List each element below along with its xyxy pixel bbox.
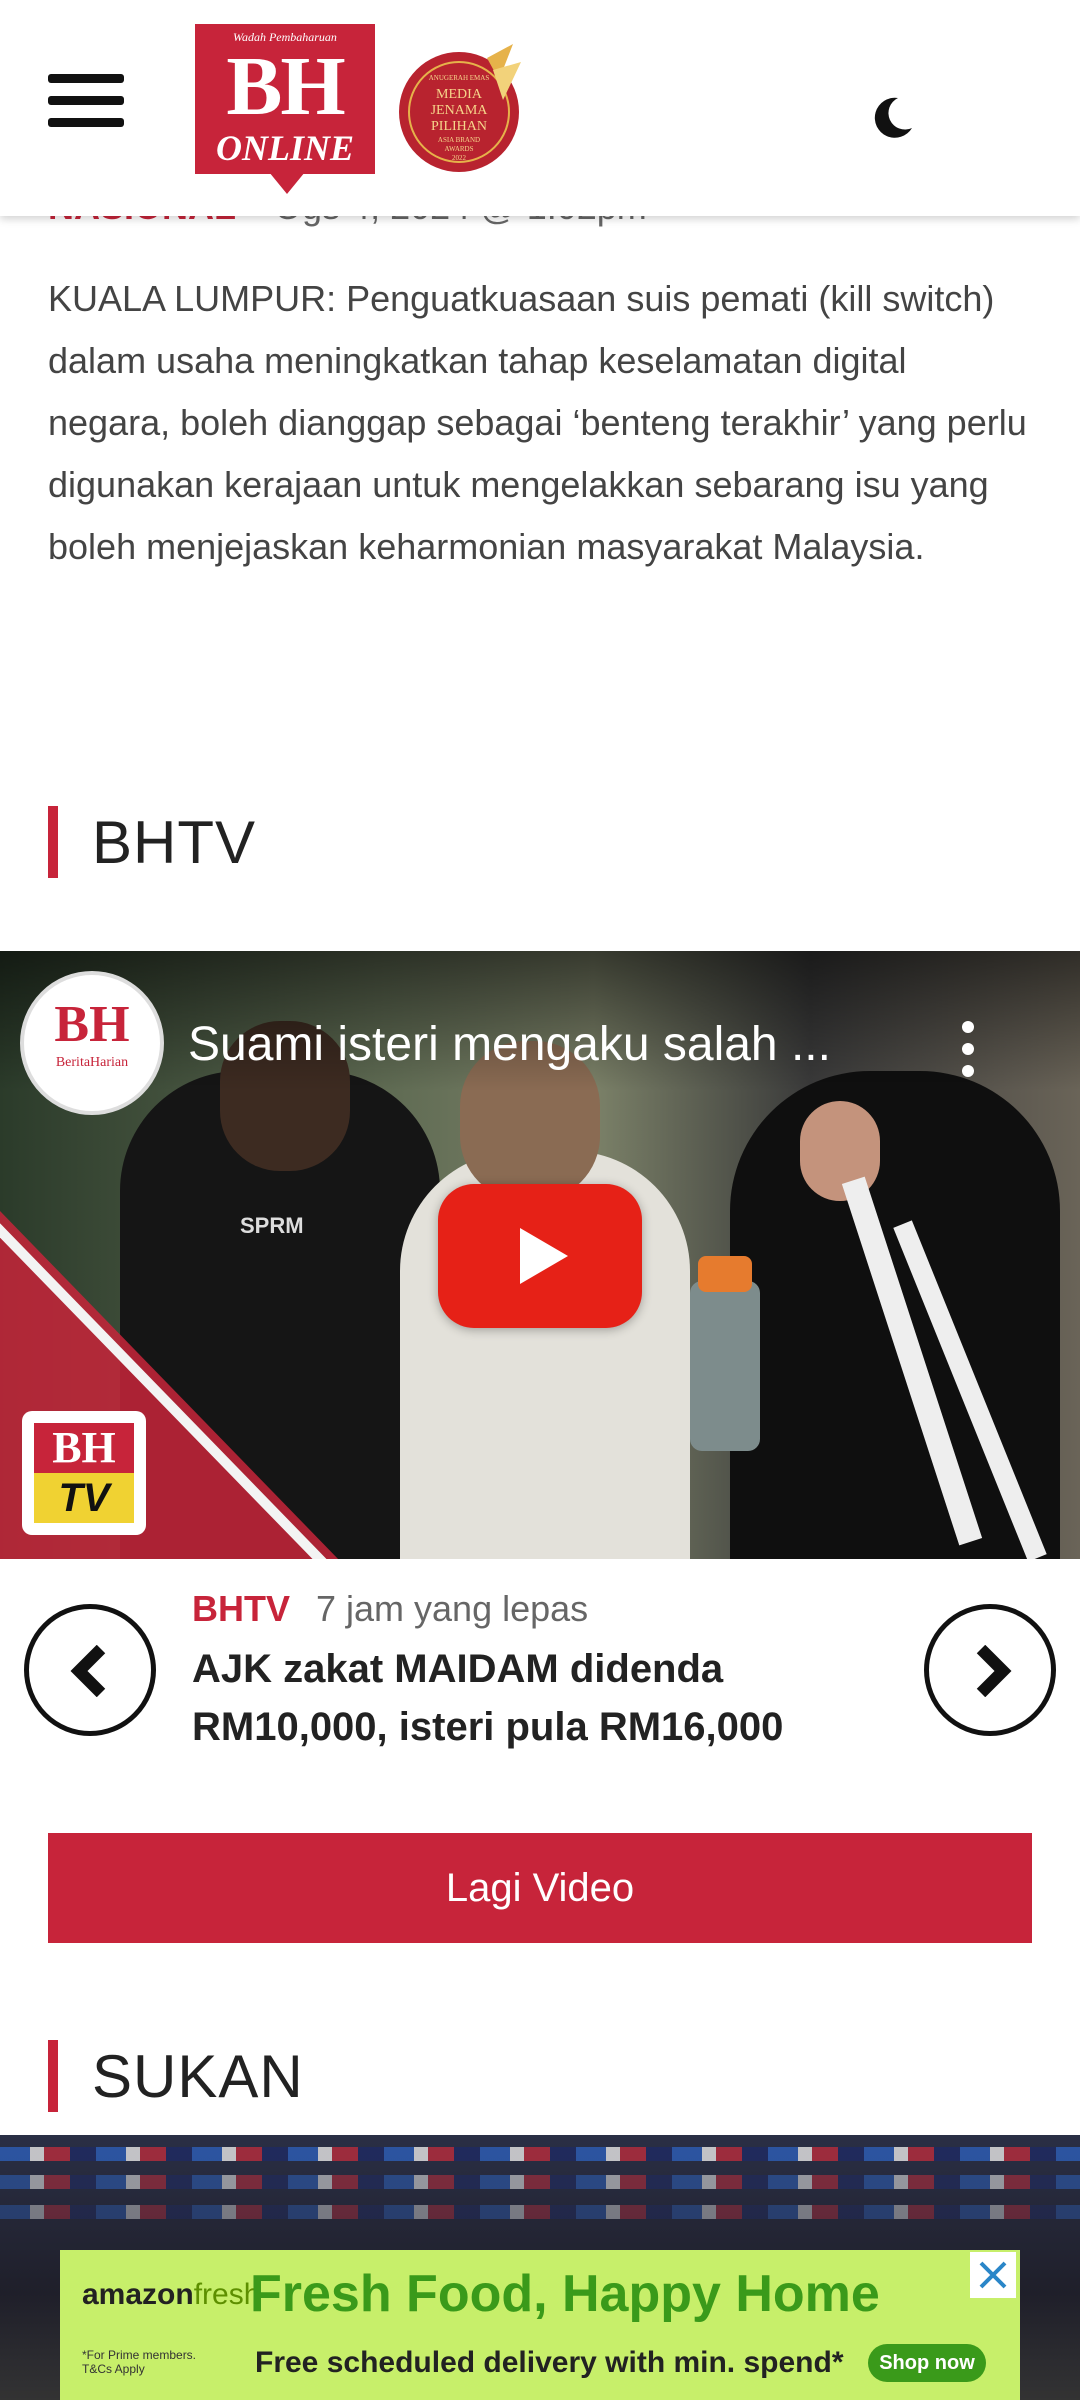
menu-icon[interactable] [48, 74, 124, 128]
video-player[interactable]: SPRM BH TV BH BeritaHarian Suami isteri … [0, 951, 1080, 1559]
badge-bh: BH [34, 1423, 134, 1473]
award-line: PILIHAN [431, 119, 487, 134]
award-line: JENAMA [431, 103, 489, 118]
caption-category[interactable]: BHTV [192, 1588, 290, 1629]
caption-time: 7 jam yang lepas [316, 1588, 589, 1629]
section-title[interactable]: SUKAN [92, 2042, 304, 2111]
channel-logo-text: BH [54, 996, 130, 1053]
ad-shop-now-button[interactable]: Shop now [868, 2344, 986, 2382]
award-line: ANUGERAH EMAS [429, 74, 490, 82]
section-heading-bhtv: BHTV [48, 806, 256, 878]
badge-tv: TV [34, 1473, 134, 1523]
ad-brand-name: amazon [82, 2278, 194, 2311]
ad-fine-print: *For Prime members. T&Cs Apply [82, 2348, 197, 2376]
section-heading-sukan: SUKAN [48, 2040, 304, 2112]
more-options-icon[interactable] [960, 1021, 976, 1081]
next-arrow-icon[interactable] [924, 1604, 1056, 1736]
award-seal-icon: ANUGERAH EMAS MEDIA JENAMA PILIHAN ASIA … [399, 44, 521, 172]
close-icon[interactable] [970, 2252, 1016, 2298]
award-line: 2022 [452, 154, 467, 162]
article-summary[interactable]: KUALA LUMPUR: Penguatkuasaan suis pemati… [48, 268, 1038, 578]
video-caption: BHTV 7 jam yang lepas AJK zakat MAIDAM di… [192, 1588, 892, 1756]
section-title[interactable]: BHTV [92, 808, 256, 877]
ad-banner[interactable]: amazonfresh Fresh Food, Happy Home *For … [60, 2250, 1020, 2400]
ad-headline: Fresh Food, Happy Home [250, 2265, 880, 2323]
award-line: AWARDS [445, 145, 474, 153]
section-accent-bar [48, 806, 58, 878]
ad-subline: Free scheduled delivery with min. spend* [255, 2346, 844, 2379]
bh-online-logo[interactable]: Wadah Pembaharuan BH ONLINE [195, 24, 375, 194]
channel-avatar[interactable]: BH BeritaHarian [20, 971, 164, 1115]
ad-brand-logo: amazonfresh [82, 2278, 260, 2312]
play-button-icon[interactable] [438, 1184, 642, 1328]
section-accent-bar [48, 2040, 58, 2112]
bhtv-badge: BH TV [22, 1411, 146, 1535]
caption-headline[interactable]: AJK zakat MAIDAM didenda RM10,000, ister… [192, 1640, 892, 1756]
logo-sub: ONLINE [215, 128, 354, 168]
dark-mode-moon-icon[interactable] [868, 92, 918, 142]
previous-arrow-icon[interactable] [24, 1604, 156, 1736]
award-line: MEDIA [436, 87, 483, 102]
more-videos-button[interactable]: Lagi Video [48, 1833, 1032, 1943]
video-title[interactable]: Suami isteri mengaku salah ... [188, 1017, 908, 1072]
award-line: ASIA BRAND [438, 136, 480, 144]
site-header: Wadah Pembaharuan BH ONLINE ANUGERAH EMA… [0, 0, 1080, 216]
channel-name: BeritaHarian [55, 1055, 129, 1070]
logo-main: BH [226, 40, 345, 133]
